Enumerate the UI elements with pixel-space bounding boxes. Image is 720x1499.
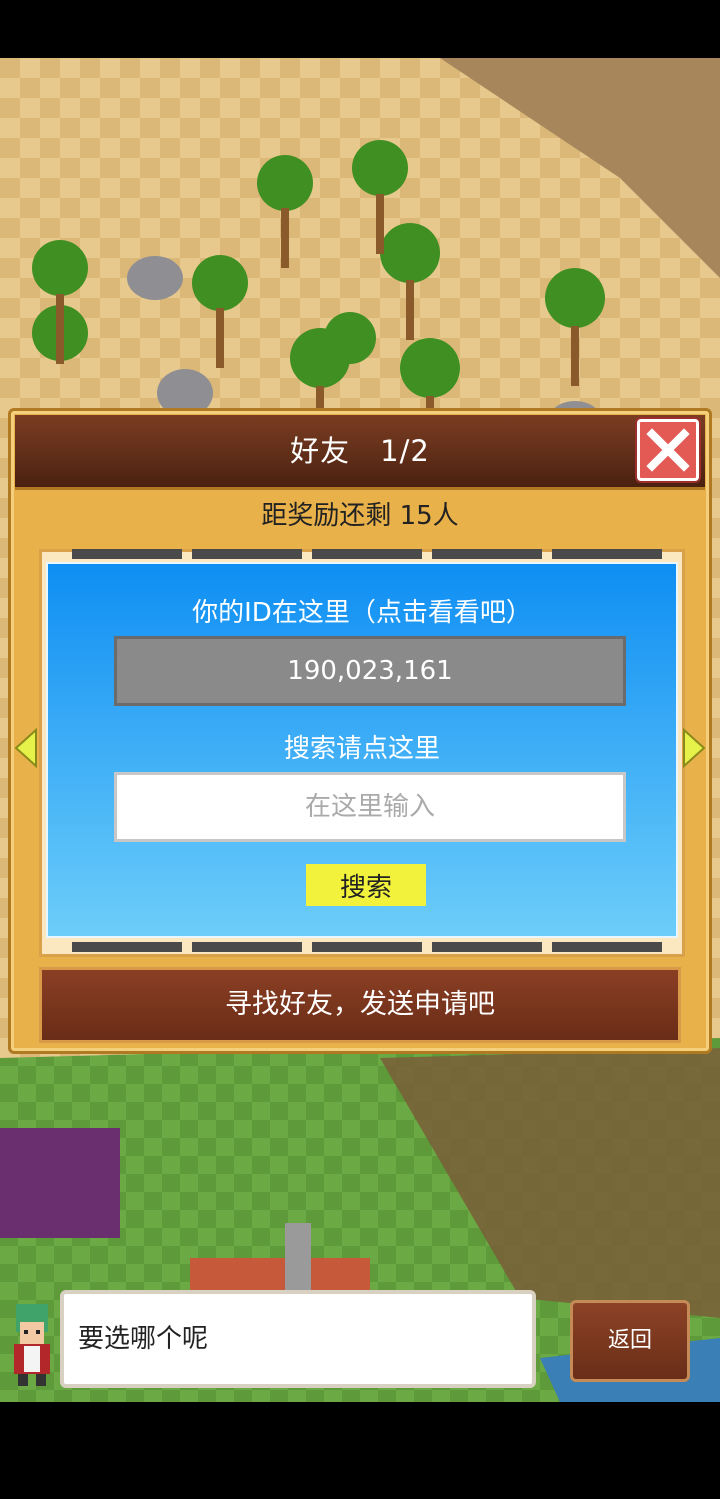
search-button[interactable]: 搜索 bbox=[306, 864, 426, 906]
id-search-panel: 你的ID在这里（点击看看吧） 190,023,161 搜索请点这里 搜索 bbox=[46, 562, 678, 938]
close-button[interactable] bbox=[637, 419, 699, 481]
speech-text: 要选哪个呢 bbox=[78, 1324, 209, 1354]
tab-strip-bottom bbox=[72, 942, 662, 952]
dialog-header: 好友 1/2 bbox=[15, 415, 705, 490]
your-id-label: 你的ID在这里（点击看看吧） bbox=[192, 598, 532, 628]
arrow-right-icon[interactable] bbox=[682, 728, 706, 768]
close-icon bbox=[646, 428, 690, 472]
arrow-left-icon[interactable] bbox=[14, 728, 38, 768]
search-input[interactable] bbox=[114, 772, 626, 842]
tab-strip-top bbox=[72, 549, 662, 559]
speech-bubble: 要选哪个呢 bbox=[60, 1290, 536, 1388]
back-button[interactable]: 返回 bbox=[570, 1300, 690, 1382]
panel-frame: 你的ID在这里（点击看看吧） 190,023,161 搜索请点这里 搜索 bbox=[39, 549, 685, 957]
player-id-box[interactable]: 190,023,161 bbox=[114, 636, 626, 706]
search-label: 搜索请点这里 bbox=[283, 734, 440, 764]
find-friends-button[interactable]: 寻找好友，发送申请吧 bbox=[39, 967, 681, 1043]
game-screen: 好友 1/2 距奖励还剩 15人 你的ID在这里（点击看看吧） 190,023,… bbox=[0, 0, 720, 1499]
friends-dialog: 好友 1/2 距奖励还剩 15人 你的ID在这里（点击看看吧） 190,023,… bbox=[8, 408, 712, 1054]
dialog-title: 好友 1/2 bbox=[290, 434, 430, 468]
bottom-black-bar bbox=[0, 1402, 720, 1499]
character-avatar bbox=[14, 1304, 50, 1386]
reward-remaining-text: 距奖励还剩 15人 bbox=[261, 501, 459, 531]
